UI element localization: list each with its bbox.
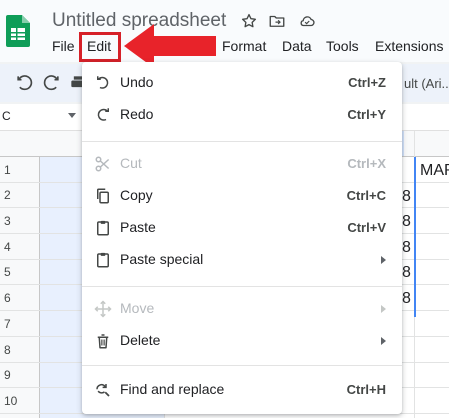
menu-item-shortcut: Ctrl+C <box>346 188 386 203</box>
menu-item-shortcut: Ctrl+Y <box>347 107 386 122</box>
menu-item-shortcut: Ctrl+Z <box>348 75 386 90</box>
menu-item-label: Undo <box>120 74 154 90</box>
star-icon[interactable] <box>240 12 258 30</box>
submenu-chevron-icon <box>381 256 386 264</box>
menu-item-move[interactable]: Move <box>82 293 402 325</box>
move-to-folder-icon[interactable] <box>268 12 286 30</box>
menu-item-label: Paste <box>120 219 156 235</box>
grid-cell[interactable]: 8 <box>402 213 411 231</box>
menu-item-shortcut: Ctrl+H <box>346 382 386 397</box>
row-number[interactable]: 9 <box>4 368 34 382</box>
grid-cell[interactable]: 8 <box>402 188 411 206</box>
grid-cell[interactable]: 8 <box>402 264 411 282</box>
redo-icon[interactable] <box>42 73 62 93</box>
scissors-icon <box>95 156 110 172</box>
name-box[interactable]: C <box>2 109 11 123</box>
menu-item-label: Delete <box>120 332 161 348</box>
edit-dropdown-menu: Undo Ctrl+Z Redo Ctrl+Y Cut Ctrl+X Copy … <box>82 62 402 414</box>
menu-data[interactable]: Data <box>282 38 312 54</box>
menu-item-paste[interactable]: Paste Ctrl+V <box>82 212 402 244</box>
menu-item-label: Copy <box>120 187 153 203</box>
menu-item-shortcut: Ctrl+X <box>347 156 386 171</box>
menu-item-copy[interactable]: Copy Ctrl+C <box>82 180 402 212</box>
row-number[interactable]: 7 <box>4 317 34 331</box>
menu-item-delete[interactable]: Delete <box>82 325 402 357</box>
menu-item-label: Move <box>120 300 155 316</box>
row-number[interactable]: 5 <box>4 265 34 279</box>
row-number[interactable]: 4 <box>4 240 34 254</box>
redo-icon <box>97 108 109 121</box>
grid-cell[interactable]: MAR <box>420 162 449 180</box>
undo-icon <box>97 76 109 89</box>
row-number[interactable]: 6 <box>4 291 34 305</box>
move-arrows-icon <box>94 300 112 318</box>
sheets-logo-icon[interactable] <box>6 15 30 47</box>
menu-item-label: Cut <box>120 155 142 171</box>
menu-item-label: Redo <box>120 106 154 122</box>
menu-item-label: Find and replace <box>120 381 225 397</box>
row-number[interactable]: 1 <box>4 163 34 177</box>
edit-menu-highlight-box <box>79 32 121 62</box>
menu-divider <box>82 365 402 366</box>
selection-border <box>414 157 416 317</box>
trash-icon <box>97 334 109 349</box>
menu-item-undo[interactable]: Undo Ctrl+Z <box>82 67 402 99</box>
menu-divider <box>82 286 402 287</box>
clipboard-icon <box>97 220 109 236</box>
find-replace-icon <box>96 384 110 397</box>
grid-cell[interactable]: 8 <box>402 239 411 257</box>
menu-item-paste-special[interactable]: Paste special <box>82 244 402 276</box>
submenu-chevron-icon <box>381 305 386 313</box>
submenu-chevron-icon <box>381 337 386 345</box>
cloud-status-icon[interactable] <box>298 12 316 30</box>
menu-file[interactable]: File <box>52 38 75 54</box>
menu-format[interactable]: Format <box>222 38 266 54</box>
undo-icon[interactable] <box>14 73 34 93</box>
menu-item-cut[interactable]: Cut Ctrl+X <box>82 148 402 180</box>
font-select-value[interactable]: ult (Ari... <box>404 76 449 91</box>
menu-item-find-replace[interactable]: Find and replace Ctrl+H <box>82 374 402 406</box>
copy-icon <box>97 188 109 204</box>
clipboard-icon <box>97 252 109 268</box>
menu-item-shortcut: Ctrl+V <box>347 220 386 235</box>
row-number[interactable]: 8 <box>4 343 34 357</box>
menu-item-label: Paste special <box>120 251 204 267</box>
name-box-chevron-icon[interactable] <box>68 113 76 118</box>
row-number[interactable]: 3 <box>4 214 34 228</box>
menu-extensions[interactable]: Extensions <box>375 38 443 54</box>
row-number[interactable]: 2 <box>4 188 34 202</box>
row-number[interactable]: 10 <box>4 394 34 408</box>
menu-divider <box>82 141 402 142</box>
menu-item-redo[interactable]: Redo Ctrl+Y <box>82 99 402 131</box>
grid-cell[interactable]: 8 <box>402 290 411 308</box>
menu-tools[interactable]: Tools <box>326 38 359 54</box>
